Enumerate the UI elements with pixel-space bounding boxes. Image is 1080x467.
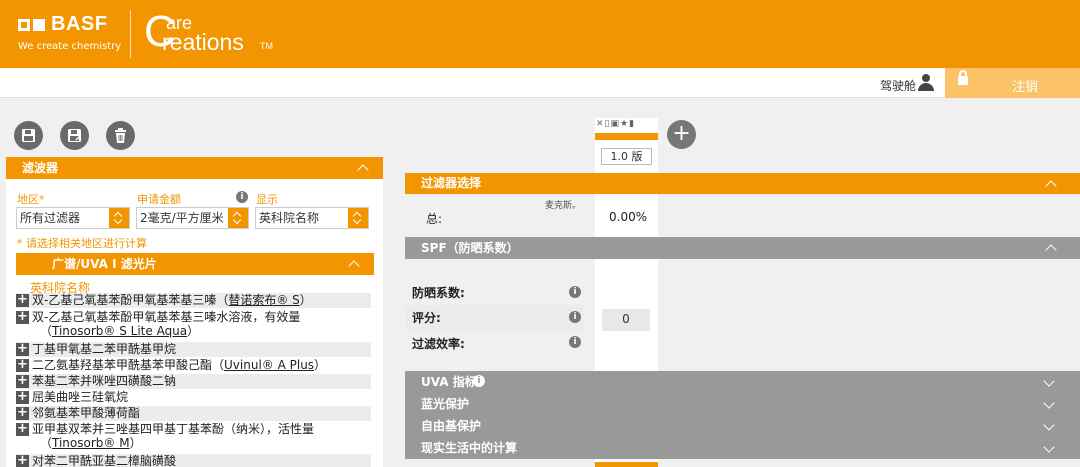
region-select[interactable]: 所有过滤器 xyxy=(16,207,130,229)
list-item[interactable]: + 丁基甲氧基二苯甲酰基甲烷 xyxy=(16,342,371,357)
app-header: BASF We create chemistry C are reations … xyxy=(0,0,1080,68)
region-note: * 请选择相关地区进行计算 xyxy=(17,237,147,250)
plus-icon[interactable]: + xyxy=(16,358,29,372)
version-badge[interactable]: 1.0 版 xyxy=(601,148,652,165)
column-footer-bar xyxy=(595,462,658,467)
user-icon[interactable] xyxy=(918,74,934,92)
filter-panel: 滤波器 地区* 申请金额 i 显示 所有过滤器 2毫克/平方厘米 英科院名称 *… xyxy=(6,157,383,467)
plus-icon[interactable]: + xyxy=(16,310,29,324)
chevron-down-icon xyxy=(1043,397,1055,409)
plus-icon: + xyxy=(672,121,691,146)
close-icon[interactable]: ✕ xyxy=(596,119,605,129)
max-note: 麦克斯。 xyxy=(545,201,582,211)
plus-icon[interactable]: + xyxy=(16,422,29,436)
save-as-button[interactable] xyxy=(60,121,89,150)
lock-icon xyxy=(958,70,968,85)
list-item[interactable]: + 亚甲基双苯并三唑基四甲基丁基苯酚（纳米），活性量 （Tinosorb® M） xyxy=(16,422,371,452)
spinner-icon xyxy=(109,208,129,228)
column-actions[interactable]: ✕▯▣★▮ xyxy=(596,119,635,129)
score-value: 0 xyxy=(602,309,650,331)
spinner-icon xyxy=(228,208,248,228)
add-column-button[interactable]: + xyxy=(667,120,696,149)
info-icon[interactable]: i xyxy=(473,375,485,387)
chevron-down-icon xyxy=(1043,441,1055,453)
radical-section-header[interactable]: 自由基保护 xyxy=(405,415,1080,437)
chevron-up-icon xyxy=(1045,180,1057,192)
display-label: 显示 xyxy=(256,193,278,206)
uva-section-header[interactable]: UVA 指标 i xyxy=(405,371,1080,393)
spf-section-header[interactable]: SPF（防晒系数） xyxy=(405,237,1080,259)
info-icon[interactable]: i xyxy=(569,311,581,323)
total-value: 0.00% xyxy=(609,210,648,224)
basf-wordmark: BASF xyxy=(51,13,108,35)
blue-light-section-header[interactable]: 蓝光保护 xyxy=(405,393,1080,415)
cockpit-link[interactable]: 驾驶舱 xyxy=(880,77,916,94)
star-icon[interactable]: ★ xyxy=(620,119,629,129)
basf-tagline: We create chemistry xyxy=(18,41,122,52)
chevron-down-icon xyxy=(1043,375,1055,387)
floppy-icon xyxy=(22,129,35,142)
plus-icon[interactable]: + xyxy=(16,454,29,467)
save-button[interactable] xyxy=(14,121,43,150)
header-divider xyxy=(130,10,131,58)
broad-spectrum-header[interactable]: 广谱/UVA I 滤光片 xyxy=(16,253,374,275)
column-header-bar xyxy=(595,133,658,140)
total-label: 总: xyxy=(426,212,443,226)
list-item[interactable]: + 双-乙基己氧基苯酚甲氧基苯基三嗪水溶液，有效量 （Tinosorb® S Li… xyxy=(16,310,371,340)
efficiency-label: 过滤效率: xyxy=(412,337,465,351)
list-item[interactable]: + 苯基二苯并咪唑四磺酸二钠 xyxy=(16,374,371,389)
spinner-icon xyxy=(348,208,368,228)
list-item[interactable]: + 邻氨基苯甲酸薄荷酯 xyxy=(16,406,371,421)
plus-icon[interactable]: + xyxy=(16,293,29,307)
real-life-section-header[interactable]: 现实生活中的计算 xyxy=(405,437,1080,459)
info-icon[interactable]: i xyxy=(236,191,248,203)
plus-icon[interactable]: + xyxy=(16,390,29,404)
info-icon[interactable]: i xyxy=(569,286,581,298)
amount-select[interactable]: 2毫克/平方厘米 xyxy=(136,207,249,229)
list-item[interactable]: + 屈美曲唑三硅氧烷 xyxy=(16,390,371,405)
trash-icon[interactable]: ▮ xyxy=(629,119,635,129)
copy-icon[interactable]: ▣ xyxy=(611,119,621,129)
spf-label: 防晒系数: xyxy=(412,286,465,300)
basf-logo[interactable]: BASF We create chemistry xyxy=(18,13,121,52)
trash-icon xyxy=(115,128,126,143)
chevron-up-icon xyxy=(348,260,360,272)
user-bar: 驾驶舱 注销 xyxy=(0,68,1080,98)
list-item[interactable]: + 双-乙基己氧基苯酚甲氧基苯基三嗪（替诺索布® S） xyxy=(16,293,371,308)
plus-icon[interactable]: + xyxy=(16,342,29,356)
chevron-down-icon xyxy=(1043,419,1055,431)
filter-section-header[interactable]: 滤波器 xyxy=(6,157,383,179)
plus-icon[interactable]: + xyxy=(16,406,29,420)
chevron-up-icon xyxy=(357,164,369,176)
amount-label: 申请金额 xyxy=(137,193,181,206)
list-item[interactable]: + 二乙氨基羟基苯甲酰基苯甲酸己酯（Uvinul® A Plus） xyxy=(16,358,371,373)
chevron-up-icon xyxy=(1045,244,1057,256)
info-icon[interactable]: i xyxy=(569,336,581,348)
score-label: 评分: xyxy=(412,311,441,325)
logout-button[interactable]: 注销 xyxy=(945,68,1080,98)
region-label: 地区* xyxy=(17,193,45,206)
filter-selection-header[interactable]: 过滤器选择 xyxy=(405,173,1080,194)
display-select[interactable]: 英科院名称 xyxy=(255,207,369,229)
floppy-edit-icon xyxy=(68,129,81,142)
delete-button[interactable] xyxy=(106,121,135,150)
plus-icon[interactable]: + xyxy=(16,374,29,388)
list-item[interactable]: + 对苯二甲酰亚基二樟脑磺酸 xyxy=(16,454,371,467)
